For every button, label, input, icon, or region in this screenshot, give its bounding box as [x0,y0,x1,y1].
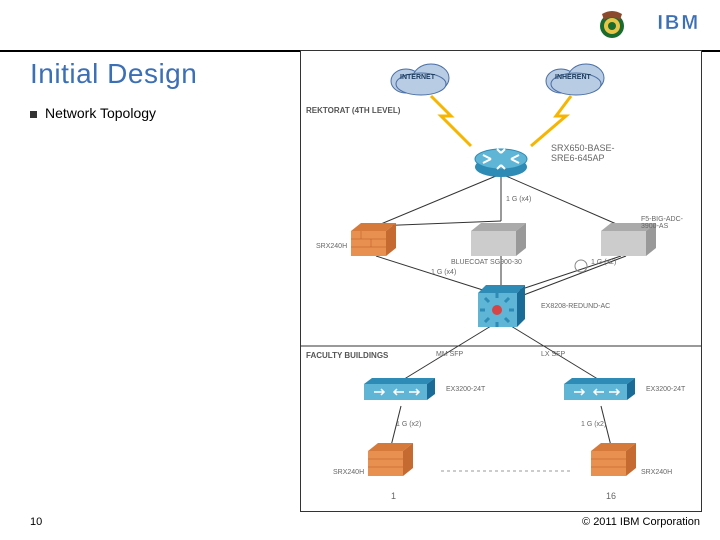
link-right-down: 1 G (x2) [591,259,616,266]
core-switch-label: EX8208-REDUND-AC [541,303,610,310]
link-mid-down: 1 G (x4) [431,269,456,276]
slide-title: Initial Design [30,58,197,90]
cloud-internet-icon: INTERNET [386,56,456,96]
link-fac-right: LX SFP [541,351,565,358]
fac-fw-right-label: SRX240H [641,469,672,476]
faculty-index-left: 1 [391,491,396,501]
copyright-text: © 2011 IBM Corporation [582,516,700,528]
faculty-switch-left-icon [359,376,439,411]
section-label-faculty: FACULTY BUILDINGS [306,351,388,360]
box-right-label: F5-BIG-ADC-3900-AS [641,216,696,230]
router-label: SRX650-BASE-SRE6-645AP [551,143,641,163]
bullet-text: Network Topology [45,105,156,121]
ibm-logo-icon: IBM [657,12,700,35]
ibm-logo-text: IBM [657,12,700,35]
bullet-square-icon [30,111,37,118]
faculty-index-right: 16 [606,491,616,501]
router-icon [471,139,531,179]
slide: { "header": { "ibm_logo_text": "IBM" }, … [0,0,720,540]
box-mid-label: BLUECOAT SG900-30 [451,259,522,266]
cloud-inherent-icon: INHERENT [541,56,611,96]
cloud-left-text: INTERNET [400,74,435,81]
link-router-down: 1 G (x4) [506,196,531,203]
page-number: 10 [30,516,42,528]
link-fac-left: MM SFP [436,351,463,358]
bullet-item: Network Topology [30,105,156,121]
fac-switch-right-label: EX3200-24T [646,386,685,393]
network-topology-diagram: REKTORAT (4TH LEVEL) FACULTY BUILDINGS I… [300,50,702,512]
section-label-rektorat: REKTORAT (4TH LEVEL) [306,106,400,115]
link-srx-right: 1 G (x2) [581,421,606,428]
faculty-switch-right-icon [559,376,639,411]
fac-fw-left-label: SRX240H [333,469,364,476]
faculty-fw-left-icon [363,441,418,486]
link-srx-left: 1 G (x2) [396,421,421,428]
firewall-left-icon [346,221,401,266]
fac-switch-left-label: EX3200-24T [446,386,485,393]
university-crest-icon [594,6,630,42]
core-switch-icon [473,283,529,336]
faculty-fw-right-icon [586,441,641,486]
slide-header: IBM [0,0,720,52]
cloud-right-text: INHERENT [555,74,591,81]
box-left-label: SRX240H [316,243,347,250]
